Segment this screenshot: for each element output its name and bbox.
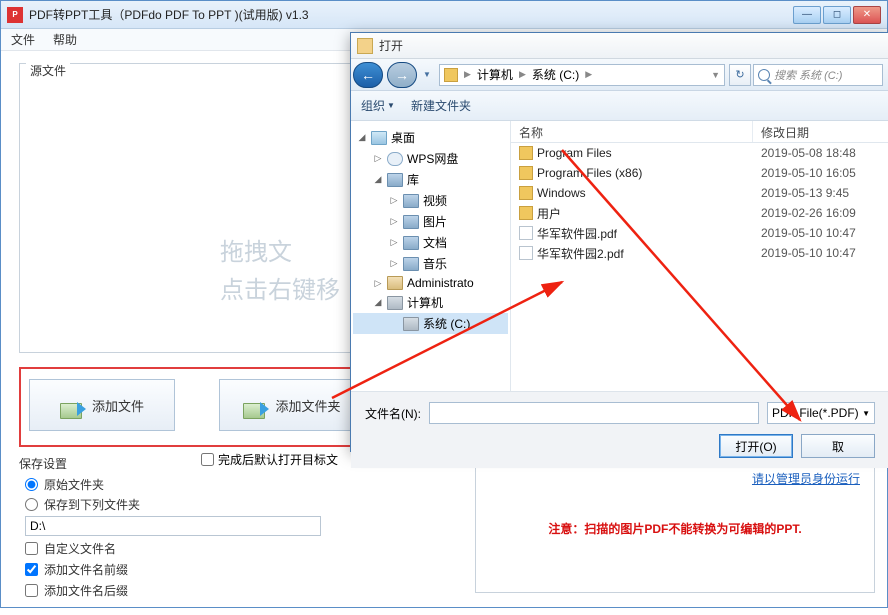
dialog-title: 打开 [379, 37, 403, 54]
tree-item[interactable]: ▷图片 [353, 211, 508, 232]
cancel-button[interactable]: 取 [801, 434, 875, 458]
chevron-right-icon: ▶ [585, 69, 592, 80]
close-button[interactable]: ✕ [853, 6, 881, 24]
folder-icon [357, 38, 373, 54]
filetype-select[interactable]: PDF File(*.PDF)▼ [767, 402, 875, 424]
open-button[interactable]: 打开(O) [719, 434, 793, 458]
pdf-icon [519, 226, 533, 240]
drive-icon [387, 296, 403, 310]
file-row[interactable]: 华军软件园2.pdf2019-05-10 10:47 [511, 243, 888, 263]
lib-icon [387, 173, 403, 187]
file-row[interactable]: 用户2019-02-26 16:09 [511, 203, 888, 223]
drive-icon [444, 68, 458, 82]
warning-text: 注意：扫描的图片PDF不能转换为可编辑的PPT. [484, 520, 866, 537]
dialog-toolbar: 组织 ▼ 新建文件夹 [351, 91, 888, 121]
folder-tree[interactable]: ◢桌面▷WPS网盘◢库▷视频▷图片▷文档▷音乐▷Administrato◢计算机… [351, 121, 511, 391]
folder-arrow-icon [60, 391, 84, 419]
file-row[interactable]: Windows2019-05-13 9:45 [511, 183, 888, 203]
expand-icon[interactable]: ▷ [389, 258, 399, 269]
tree-item[interactable]: ▷文档 [353, 232, 508, 253]
expand-icon[interactable]: ▷ [389, 237, 399, 248]
window-controls: — ◻ ✕ [791, 6, 881, 24]
expand-icon[interactable]: ▷ [389, 195, 399, 206]
filename-label: 文件名(N): [365, 405, 421, 422]
folder-icon [519, 206, 533, 220]
drag-hint: 拖拽文 点击右键移 [220, 234, 340, 311]
lib-icon [403, 236, 419, 250]
folder-arrow-icon [243, 391, 267, 419]
drive-icon [403, 317, 419, 331]
pdf-icon [519, 246, 533, 260]
filename-input[interactable] [429, 402, 759, 424]
lib-icon [403, 257, 419, 271]
tree-item[interactable]: ◢库 [353, 169, 508, 190]
check-open-on-complete[interactable]: 完成后默认打开目标文 [201, 451, 338, 468]
source-label: 源文件 [26, 62, 70, 79]
expand-icon[interactable]: ▷ [373, 278, 383, 289]
dialog-navbar: ← → ▼ ▶ 计算机 ▶ 系统 (C:) ▶ ▼ ↻ 搜索 系统 (C:) [351, 59, 888, 91]
breadcrumb-item[interactable]: 系统 (C:) [532, 66, 579, 83]
new-folder-button[interactable]: 新建文件夹 [411, 97, 471, 114]
folder-icon [519, 186, 533, 200]
menu-file[interactable]: 文件 [11, 31, 35, 48]
chevron-right-icon: ▶ [464, 69, 471, 80]
chevron-down-icon[interactable]: ▼ [711, 70, 720, 80]
breadcrumb-item[interactable]: 计算机 [477, 66, 513, 83]
file-list[interactable]: 名称 修改日期 Program Files2019-05-08 18:48Pro… [511, 121, 888, 391]
column-name[interactable]: 名称 [511, 121, 753, 142]
breadcrumb[interactable]: ▶ 计算机 ▶ 系统 (C:) ▶ ▼ [439, 64, 725, 86]
minimize-button[interactable]: — [793, 6, 821, 24]
cloud-icon [387, 152, 403, 166]
search-icon [758, 69, 770, 81]
file-row[interactable]: 华军软件园.pdf2019-05-10 10:47 [511, 223, 888, 243]
file-row[interactable]: Program Files (x86)2019-05-10 16:05 [511, 163, 888, 183]
app-icon: P [7, 7, 23, 23]
folder-icon [519, 146, 533, 160]
expand-icon[interactable]: ▷ [373, 153, 383, 164]
dialog-footer: 文件名(N): PDF File(*.PDF)▼ 打开(O) 取 [351, 391, 888, 468]
window-title: PDF转PPT工具（PDFdo PDF To PPT )(试用版) v1.3 [29, 6, 791, 23]
tree-item[interactable]: ◢桌面 [353, 127, 508, 148]
desk-icon [371, 131, 387, 145]
nav-history-dropdown[interactable]: ▼ [419, 62, 435, 88]
tree-item[interactable]: ▷系统 (C:) [353, 313, 508, 334]
menu-help[interactable]: 帮助 [53, 31, 77, 48]
nav-back-button[interactable]: ← [353, 62, 383, 88]
admin-link[interactable]: 请以管理员身份运行 [752, 470, 860, 487]
dialog-titlebar[interactable]: 打开 [351, 33, 888, 59]
tree-item[interactable]: ▷音乐 [353, 253, 508, 274]
output-panel: 请以管理员身份运行 注意：扫描的图片PDF不能转换为可编辑的PPT. [475, 465, 875, 593]
dialog-body: ◢桌面▷WPS网盘◢库▷视频▷图片▷文档▷音乐▷Administrato◢计算机… [351, 121, 888, 391]
tree-item[interactable]: ▷视频 [353, 190, 508, 211]
maximize-button[interactable]: ◻ [823, 6, 851, 24]
user-icon [387, 276, 403, 290]
expand-icon[interactable]: ◢ [357, 132, 367, 143]
tree-item[interactable]: ◢计算机 [353, 292, 508, 313]
folder-icon [519, 166, 533, 180]
expand-icon[interactable]: ◢ [373, 174, 383, 185]
column-date[interactable]: 修改日期 [753, 121, 888, 142]
titlebar[interactable]: P PDF转PPT工具（PDFdo PDF To PPT )(试用版) v1.3… [1, 1, 887, 29]
search-input[interactable]: 搜索 系统 (C:) [753, 64, 883, 86]
tree-item[interactable]: ▷Administrato [353, 274, 508, 292]
add-folder-button[interactable]: 添加文件夹 [219, 379, 365, 431]
file-row[interactable]: Program Files2019-05-08 18:48 [511, 143, 888, 163]
lib-icon [403, 215, 419, 229]
list-header[interactable]: 名称 修改日期 [511, 121, 888, 143]
expand-icon[interactable]: ◢ [373, 297, 383, 308]
tree-item[interactable]: ▷WPS网盘 [353, 148, 508, 169]
organize-menu[interactable]: 组织 ▼ [361, 97, 395, 114]
lib-icon [403, 194, 419, 208]
chevron-right-icon: ▶ [519, 69, 526, 80]
path-input[interactable] [25, 516, 321, 536]
nav-forward-button[interactable]: → [387, 62, 417, 88]
add-file-button[interactable]: 添加文件 [29, 379, 175, 431]
file-open-dialog: 打开 ← → ▼ ▶ 计算机 ▶ 系统 (C:) ▶ ▼ ↻ 搜索 系统 (C:… [350, 32, 888, 452]
expand-icon[interactable]: ▷ [389, 216, 399, 227]
refresh-button[interactable]: ↻ [729, 64, 751, 86]
